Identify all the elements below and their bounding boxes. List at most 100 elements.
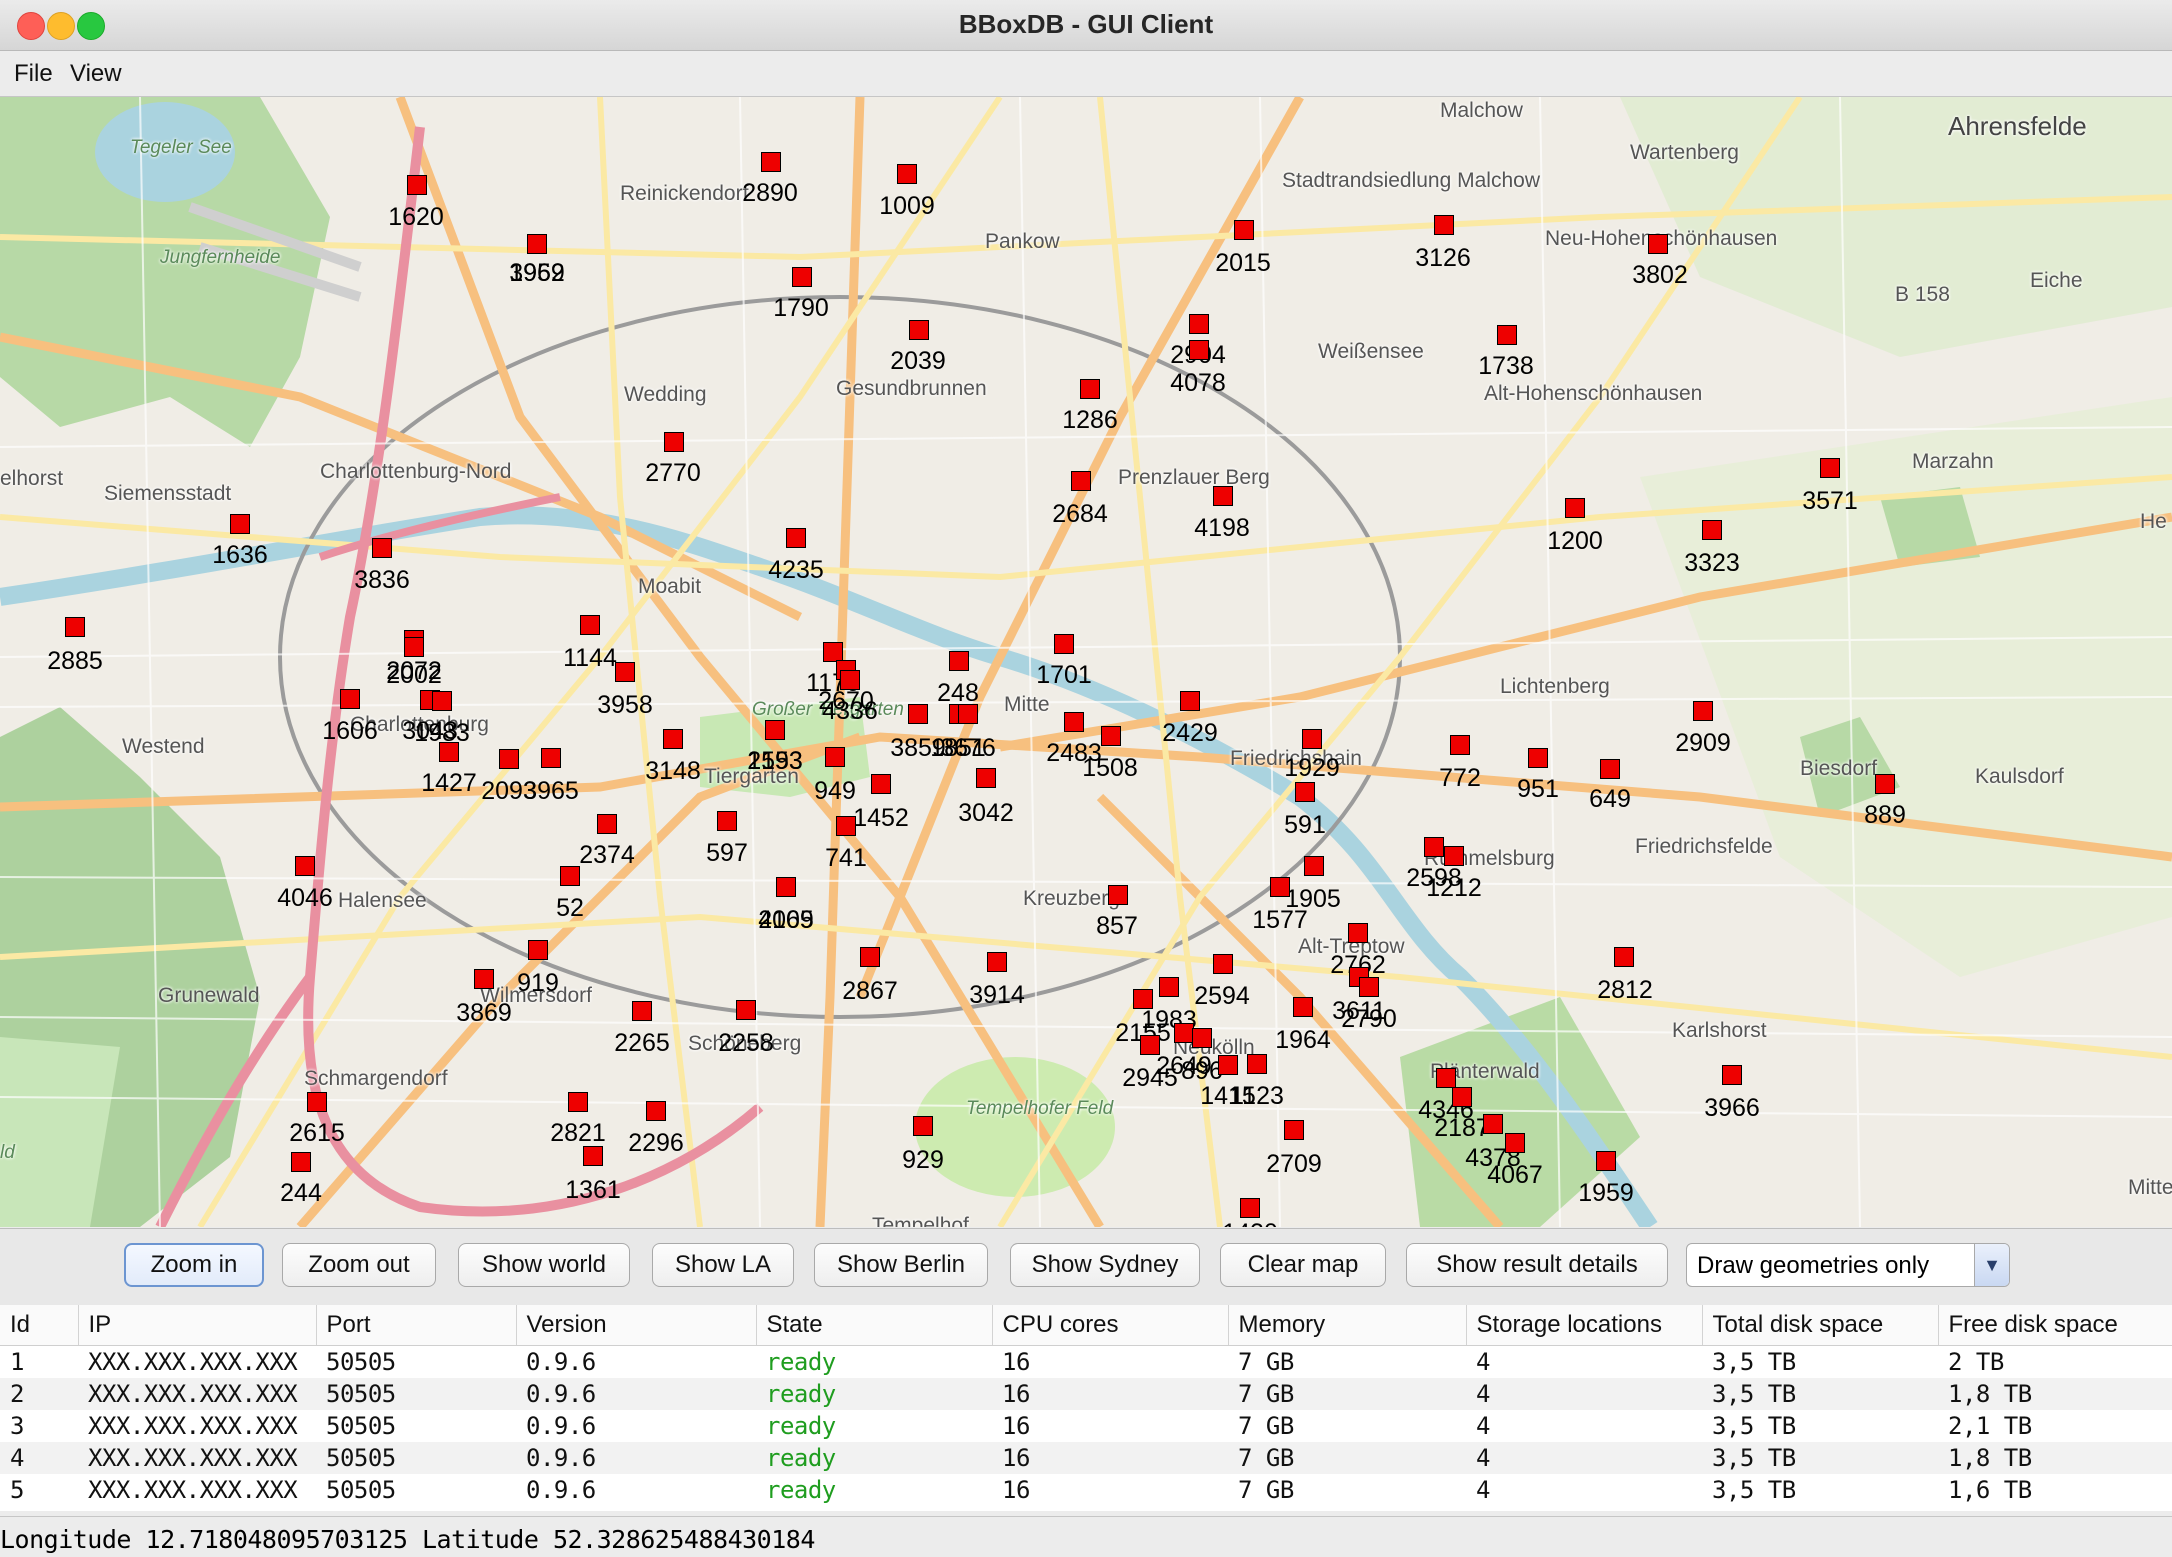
table-row[interactable]: 2 XXX.XXX.XXX.XXX 50505 0.9.6 ready 16 7 GB 4 3,… xyxy=(0,1378,2172,1410)
map-marker[interactable] xyxy=(632,1001,652,1021)
map-marker[interactable] xyxy=(1359,977,1379,997)
map-marker[interactable] xyxy=(295,856,315,876)
map-marker[interactable] xyxy=(908,704,928,724)
chevron-down-icon[interactable]: ▼ xyxy=(1974,1244,2009,1286)
map-marker[interactable] xyxy=(1189,340,1209,360)
map-marker[interactable] xyxy=(1614,947,1634,967)
map-marker[interactable] xyxy=(976,768,996,788)
show-sydney-button[interactable]: Show Sydney xyxy=(1010,1243,1200,1287)
map-marker[interactable] xyxy=(836,816,856,836)
map-marker[interactable] xyxy=(432,691,452,711)
map-marker[interactable] xyxy=(307,1092,327,1112)
map-marker[interactable] xyxy=(1505,1133,1525,1153)
map-marker[interactable] xyxy=(291,1152,311,1172)
map-marker[interactable] xyxy=(1295,782,1315,802)
map-marker[interactable] xyxy=(1189,314,1209,334)
map-marker[interactable] xyxy=(1080,379,1100,399)
menu-view[interactable]: View xyxy=(70,60,122,88)
map-marker[interactable] xyxy=(340,689,360,709)
map-marker[interactable] xyxy=(1054,634,1074,654)
map-marker[interactable] xyxy=(987,952,1007,972)
map-marker[interactable] xyxy=(439,742,459,762)
map-marker[interactable] xyxy=(958,704,978,724)
map-marker[interactable] xyxy=(1247,1054,1267,1074)
map-marker[interactable] xyxy=(1528,748,1548,768)
map-marker[interactable] xyxy=(1348,923,1368,943)
map-marker[interactable] xyxy=(499,749,519,769)
map-marker[interactable] xyxy=(1140,1035,1160,1055)
map-marker[interactable] xyxy=(1702,520,1722,540)
column-header[interactable]: CPU cores xyxy=(992,1305,1229,1346)
map-marker[interactable] xyxy=(1450,735,1470,755)
column-header[interactable]: Id xyxy=(0,1305,79,1346)
map-marker[interactable] xyxy=(949,651,969,671)
map-marker[interactable] xyxy=(1180,691,1200,711)
map-marker[interactable] xyxy=(823,642,843,662)
map-marker[interactable] xyxy=(1071,471,1091,491)
map-marker[interactable] xyxy=(765,720,785,740)
map-marker[interactable] xyxy=(840,670,860,690)
map-marker[interactable] xyxy=(583,1146,603,1166)
map-marker[interactable] xyxy=(560,866,580,886)
map-marker[interactable] xyxy=(1174,1023,1194,1043)
map-marker[interactable] xyxy=(664,432,684,452)
map-marker[interactable] xyxy=(1600,759,1620,779)
draw-mode-select[interactable]: Draw geometries only ▼ xyxy=(1686,1243,2010,1287)
map-marker[interactable] xyxy=(1596,1151,1616,1171)
map-marker[interactable] xyxy=(568,1092,588,1112)
map-marker[interactable] xyxy=(1218,1055,1238,1075)
table-row[interactable]: 1 XXX.XXX.XXX.XXX 50505 0.9.6 ready 16 7 GB 4 3,… xyxy=(0,1346,2172,1379)
table-row[interactable]: 3 XXX.XXX.XXX.XXX 50505 0.9.6 ready 16 7 GB 4 3,… xyxy=(0,1410,2172,1442)
map-marker[interactable] xyxy=(580,615,600,635)
map-marker[interactable] xyxy=(860,947,880,967)
map-marker[interactable] xyxy=(897,164,917,184)
map-marker[interactable] xyxy=(1192,1028,1212,1048)
show-result-details-button[interactable]: Show result details xyxy=(1406,1243,1668,1287)
map-marker[interactable] xyxy=(1302,729,1322,749)
map-marker[interactable] xyxy=(230,514,250,534)
map-marker[interactable] xyxy=(474,969,494,989)
map-marker[interactable] xyxy=(1240,1198,1260,1218)
map-marker[interactable] xyxy=(527,234,547,254)
column-header[interactable]: Storage locations xyxy=(1466,1305,1703,1346)
map-marker[interactable] xyxy=(597,814,617,834)
column-header[interactable]: Version xyxy=(516,1305,757,1346)
map-marker[interactable] xyxy=(1434,215,1454,235)
map-marker[interactable] xyxy=(1875,774,1895,794)
table-row[interactable]: 4 XXX.XXX.XXX.XXX 50505 0.9.6 ready 16 7 GB 4 3,… xyxy=(0,1442,2172,1474)
map-marker[interactable] xyxy=(646,1101,666,1121)
map-marker[interactable] xyxy=(717,811,737,831)
map-marker[interactable] xyxy=(776,877,796,897)
map-marker[interactable] xyxy=(792,267,812,287)
map-marker[interactable] xyxy=(825,747,845,767)
map-marker[interactable] xyxy=(909,320,929,340)
map-marker[interactable] xyxy=(528,940,548,960)
map-marker[interactable] xyxy=(1452,1087,1472,1107)
map-marker[interactable] xyxy=(1436,1068,1456,1088)
map-marker[interactable] xyxy=(1064,712,1084,732)
column-header[interactable]: Free disk space xyxy=(1938,1305,2172,1346)
menu-file[interactable]: File xyxy=(14,60,53,88)
show-berlin-button[interactable]: Show Berlin xyxy=(814,1243,988,1287)
map-marker[interactable] xyxy=(1101,726,1121,746)
map-marker[interactable] xyxy=(871,774,891,794)
map-marker[interactable] xyxy=(1284,1120,1304,1140)
map-marker[interactable] xyxy=(1722,1065,1742,1085)
map-marker[interactable] xyxy=(1234,220,1254,240)
map-marker[interactable] xyxy=(1483,1114,1503,1134)
show-la-button[interactable]: Show LA xyxy=(652,1243,794,1287)
column-header[interactable]: Total disk space xyxy=(1702,1305,1939,1346)
map-marker[interactable] xyxy=(913,1116,933,1136)
map-marker[interactable] xyxy=(1213,486,1233,506)
map-marker[interactable] xyxy=(1159,977,1179,997)
map-marker[interactable] xyxy=(1497,325,1517,345)
map-marker[interactable] xyxy=(1565,498,1585,518)
zoom-out-button[interactable]: Zoom out xyxy=(282,1243,436,1287)
map-marker[interactable] xyxy=(541,748,561,768)
show-world-button[interactable]: Show world xyxy=(458,1243,630,1287)
column-header[interactable]: Memory xyxy=(1228,1305,1467,1346)
map-marker[interactable] xyxy=(1304,856,1324,876)
column-header[interactable]: Port xyxy=(316,1305,517,1346)
map-marker[interactable] xyxy=(372,538,392,558)
map-marker[interactable] xyxy=(1820,458,1840,478)
